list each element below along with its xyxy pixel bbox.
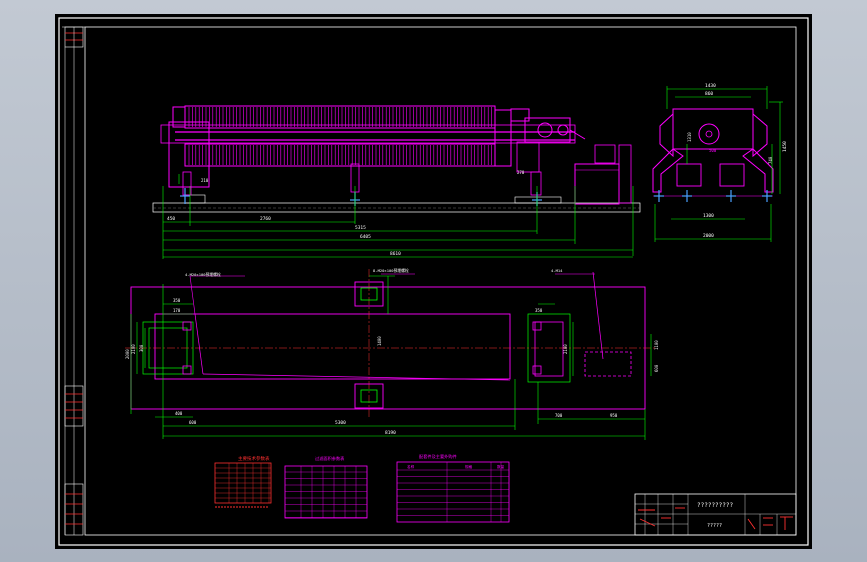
parts-title: 配套件及主要外购件 (419, 453, 457, 460)
plan-dim-3: 1400 (377, 336, 382, 346)
plan-dim-1: 350 (173, 298, 181, 303)
drawing-title: ?????????? (697, 502, 734, 509)
tech-params-title: 主要技术参数表 (238, 455, 270, 462)
plan-dim-13: 400 (175, 411, 183, 416)
parts-header-name: 名称 (407, 464, 415, 469)
title-block: ?????????? ????? (634, 493, 797, 536)
plan-dim-14: 600 (189, 420, 197, 425)
plan-callout-1: 4-M20×100预埋螺栓 (185, 272, 221, 277)
filter-table-title: 过滤面积参数表 (315, 455, 345, 462)
side-dim-4: 6405 (360, 234, 371, 240)
plan-dim-11: 950 (610, 413, 618, 418)
plan-dim-2: 170 (173, 308, 181, 313)
plan-dim-5: 2100 (131, 344, 136, 354)
plan-dim-12: 700 (555, 413, 563, 418)
cad-viewport[interactable]: 450 2760 5315 6405 8610 210 270 1430 860… (0, 0, 867, 562)
side-dim-3: 5315 (355, 225, 366, 231)
plan-dim-10: 8190 (385, 430, 396, 436)
plan-dim-9: 2100 (563, 344, 568, 354)
plan-dim-6: 300 (139, 344, 144, 352)
side-view: 450 2760 5315 6405 8610 210 270 (152, 105, 641, 259)
plan-dim-7: 5300 (335, 420, 346, 426)
left-margin-strip (62, 26, 85, 536)
drawing-subtitle: ????? (707, 523, 722, 529)
parts-header-spec: 规格 (465, 464, 473, 469)
filter-plates-top (188, 107, 496, 127)
plan-dim-8: 350 (535, 308, 543, 313)
cad-drawing: 450 2760 5315 6405 8610 210 270 1430 860… (58, 17, 809, 546)
side-dim-5: 8610 (390, 251, 401, 257)
end-dim-7: 2000 (703, 233, 714, 239)
plan-dim-16: 600 (654, 364, 659, 372)
end-dim-2: 860 (705, 91, 713, 97)
end-dim-4: 1450 (782, 141, 788, 152)
plan-callout-3: 4-M14 (551, 268, 563, 273)
end-dim-5: 740 (768, 156, 773, 164)
plan-dim-15: 1100 (654, 340, 659, 350)
filter-press-table: 过滤面积参数表 (284, 455, 368, 519)
end-view: 1430 860 1310 1450 740 1300 2000 500 (652, 83, 788, 242)
side-dim-1: 450 (167, 216, 175, 222)
plan-callout-2: 8-M20×100预埋螺栓 (373, 268, 409, 273)
end-dim-6: 1300 (703, 213, 714, 219)
side-dim-2: 2760 (260, 216, 271, 222)
side-dim-6: 210 (201, 178, 209, 183)
end-dim-3: 1310 (687, 132, 692, 142)
parts-header-qty: 数量 (497, 464, 505, 469)
side-dim-7: 270 (517, 170, 525, 175)
end-dim-1: 1430 (705, 83, 716, 89)
plan-dim-4: 2000 (125, 349, 130, 359)
parts-list-table: 配套件及主要外购件 名称 规格 数量 (396, 453, 510, 523)
filter-plates-bottom (188, 145, 496, 165)
foundation-plan: 4-M20×100预埋螺栓 8-M20×100预埋螺栓 4-M14 350 17… (125, 268, 659, 440)
drawing-sheet: 450 2760 5315 6405 8610 210 270 1430 860… (55, 14, 812, 549)
technical-params-table: 主要技术参数表 (214, 455, 272, 508)
end-dim-8: 500 (709, 148, 717, 153)
